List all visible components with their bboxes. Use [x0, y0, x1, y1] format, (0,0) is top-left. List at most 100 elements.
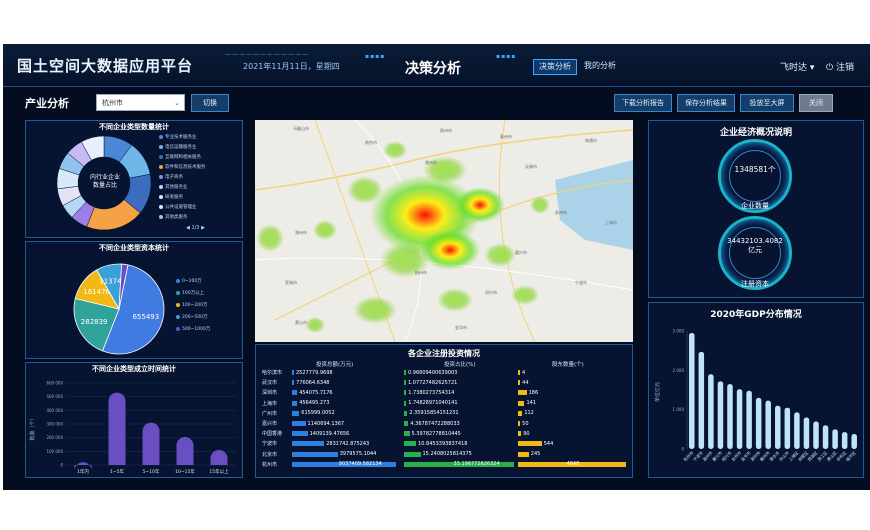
bar[interactable] — [736, 389, 743, 449]
bar[interactable] — [142, 422, 160, 465]
row-bar[interactable] — [404, 431, 410, 437]
row-bar[interactable] — [292, 380, 295, 386]
row-value: 2831742.875243 — [326, 440, 370, 447]
row-value: 50 — [522, 420, 529, 427]
row-bar[interactable] — [518, 421, 521, 426]
legend-item[interactable]: 0~100万 — [176, 278, 202, 284]
tab-my-analysis[interactable]: 我的分析 — [579, 59, 621, 73]
row-bar[interactable] — [518, 431, 522, 437]
bar[interactable] — [832, 429, 838, 449]
row-bar[interactable] — [292, 370, 294, 375]
row-city-label: 宁波市 — [262, 441, 278, 448]
x-tick-label: 1~5年 — [110, 468, 124, 475]
bar[interactable] — [755, 397, 762, 449]
row-bar[interactable] — [518, 400, 525, 406]
bar[interactable] — [108, 392, 126, 465]
legend-item[interactable]: 200~500万 — [176, 314, 207, 320]
logout-button[interactable]: ⏻ 注销 — [826, 60, 854, 73]
row-bar[interactable] — [404, 421, 409, 426]
download-report-button[interactable]: 下载分析报告 — [614, 94, 672, 112]
row-value: 1.7380273754314 — [408, 389, 455, 396]
row-bar[interactable] — [404, 410, 408, 416]
legend-item[interactable]: 电信运输服务业 — [159, 144, 197, 150]
legend-item[interactable]: 互联网和相关服务 — [159, 154, 201, 160]
close-button[interactable]: 关闭 — [799, 94, 833, 112]
bar[interactable] — [176, 436, 194, 465]
bar[interactable] — [822, 425, 829, 449]
bar[interactable] — [717, 381, 724, 449]
row-bar[interactable] — [404, 400, 407, 406]
row-bar[interactable] — [404, 370, 406, 375]
row-bar[interactable] — [518, 390, 527, 396]
bar[interactable] — [698, 351, 705, 449]
legend-item[interactable]: 500~1000万 — [176, 326, 210, 332]
y-tick-label: 0 — [681, 447, 684, 452]
map-place-label: 泰州市 — [500, 134, 512, 139]
row-bar[interactable] — [292, 421, 306, 426]
legend-item[interactable]: 电子商务 — [159, 174, 183, 180]
bar[interactable] — [841, 432, 848, 449]
legend-item[interactable]: 软件和信息技术服务 — [159, 164, 206, 170]
row-bar[interactable] — [292, 441, 325, 447]
bar[interactable] — [784, 407, 791, 449]
row-bar[interactable] — [292, 390, 298, 396]
row-bar[interactable] — [518, 410, 523, 416]
user-menu[interactable]: 飞时达 ▾ — [780, 60, 814, 73]
row-bar[interactable] — [292, 410, 300, 416]
legend-item[interactable]: 研发服务 — [159, 194, 183, 200]
x-tick-label: 1年内 — [77, 468, 89, 475]
map-place-label: 宁波市 — [575, 280, 587, 285]
row-value: 1140694.1367 — [307, 420, 345, 427]
legend-item[interactable]: 公共设施管理业 — [159, 204, 197, 210]
bar[interactable] — [794, 412, 800, 449]
row-value: 9037409.582134 — [338, 461, 382, 468]
city-select[interactable]: 杭州市 ⌄ — [96, 94, 185, 111]
pie-data-label: 161476 — [83, 288, 110, 296]
switch-button[interactable]: 切换 — [191, 94, 229, 112]
legend-item[interactable]: 100~200万 — [176, 302, 207, 308]
row-bar[interactable] — [404, 451, 421, 457]
row-bar[interactable] — [518, 451, 529, 457]
donut-center-line2: 数量占比 — [92, 182, 117, 189]
row-bar[interactable] — [292, 431, 308, 437]
bar[interactable] — [803, 417, 810, 449]
legend-item[interactable]: 专业技术服务业 — [159, 134, 197, 140]
enterprise-count-value: 1348581个 — [734, 165, 776, 174]
tab-decision-analysis[interactable]: 决策分析 — [533, 59, 577, 75]
row-bar[interactable] — [518, 370, 520, 375]
panel-title: 各企业注册投资情况 — [408, 349, 480, 358]
legend-item[interactable]: 其他类服务 — [159, 214, 188, 220]
chevron-down-icon: ⌄ — [174, 99, 180, 107]
row-city-label: 北京市 — [262, 451, 278, 458]
bar[interactable] — [689, 332, 695, 449]
bar[interactable] — [765, 400, 771, 449]
bar[interactable] — [851, 434, 857, 449]
date-label: 2021年11月11日，星期四 — [243, 62, 340, 71]
center-title: 决策分析 — [405, 61, 461, 77]
row-bar[interactable] — [404, 441, 417, 447]
bar[interactable] — [727, 384, 733, 449]
legend-item[interactable]: 其他服务业 — [159, 184, 188, 190]
y-tick-label: 0 — [60, 463, 63, 468]
row-bar[interactable] — [404, 390, 407, 396]
row-bar[interactable] — [292, 400, 298, 406]
row-bar[interactable] — [518, 380, 521, 386]
bar[interactable] — [708, 374, 714, 449]
legend-pager[interactable]: ◀ 1/3 ▶ — [186, 225, 205, 231]
bar[interactable] — [775, 405, 781, 449]
legend-item[interactable]: 100万以上 — [176, 290, 204, 296]
bar[interactable] — [746, 390, 752, 449]
bar[interactable] — [210, 449, 228, 465]
heatmap-map[interactable]: 马鞍山市 南京市 扬州市 泰州市 南通市 常州市 无锡市 苏州市 上海市 湖州市 嘉兴市 宣城市 杭州市… — [255, 120, 633, 342]
x-tick-label: 10~15年 — [175, 468, 195, 475]
cast-screen-button[interactable]: 投放至大屏 — [740, 94, 794, 112]
row-bar[interactable] — [518, 441, 542, 447]
row-bar[interactable] — [292, 451, 338, 457]
save-result-button[interactable]: 保存分析结果 — [677, 94, 735, 112]
next-page-icon[interactable]: ▶ — [199, 225, 205, 231]
row-bar[interactable] — [404, 380, 406, 386]
x-tick-label: 5~10年 — [143, 468, 160, 475]
bar[interactable] — [813, 421, 819, 449]
row-value: 10.8453393837418 — [418, 440, 468, 447]
row-value: 615999.0052 — [301, 410, 335, 417]
